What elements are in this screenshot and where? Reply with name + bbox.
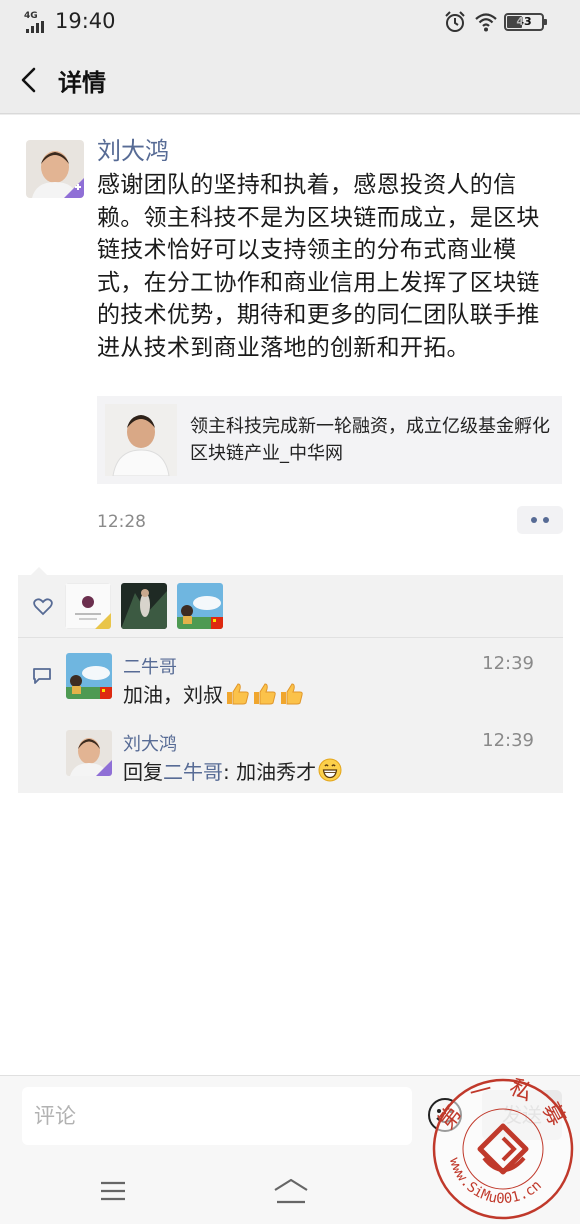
link-thumbnail	[105, 404, 177, 476]
commenter-avatar[interactable]	[66, 730, 112, 776]
shared-link-card[interactable]: 领主科技完成新一轮融资，成立亿级基金孵化区块链产业_中华网	[97, 396, 562, 484]
comment-item[interactable]: 刘大鸿 12:39 回复二牛哥: 加油秀才	[66, 730, 556, 790]
grinning-face-icon	[318, 758, 342, 782]
more-dots-icon[interactable]	[517, 506, 563, 534]
comment-text: 回复二牛哥: 加油秀才	[123, 756, 343, 785]
reply-target-name[interactable]: 二牛哥	[163, 760, 223, 784]
commenter-name[interactable]: 二牛哥	[123, 653, 177, 679]
signal-icon	[26, 21, 44, 33]
comment-input-bar: 发送	[0, 1075, 580, 1157]
author-name[interactable]: 刘大鸿	[97, 131, 169, 166]
like-avatar[interactable]	[121, 583, 167, 629]
post-text: 感谢团队的坚持和执着，感恩投资人的信赖。领主科技不是为区块链而成立，是区块链技术…	[97, 172, 540, 361]
moment-detail: 刘大鸿 感谢团队的坚持和执着，感恩投资人的信赖。领主科技不是为区块链而成立，是区…	[0, 115, 580, 1075]
menu-icon[interactable]	[99, 1179, 127, 1203]
comment-time: 12:39	[482, 653, 534, 674]
status-bar: 4G 19:40 43	[0, 0, 580, 46]
comment-body: : 加油秀才	[223, 760, 317, 784]
page-title: 详情	[58, 69, 106, 97]
battery-icon: 43	[504, 13, 547, 31]
commenter-name[interactable]: 刘大鸿	[123, 730, 177, 756]
interaction-panel: 二牛哥 12:39 加油，刘叔 刘大鸿 12:39 回复二牛哥: 加油秀才	[18, 567, 563, 793]
comment-body: 加油，刘叔	[123, 683, 223, 707]
wifi-icon	[475, 13, 497, 32]
clock: 19:40	[55, 9, 116, 33]
home-icon[interactable]	[271, 1176, 311, 1206]
thumbs-up-icon	[227, 683, 249, 705]
send-button[interactable]: 发送	[482, 1090, 562, 1140]
smiley-icon[interactable]	[426, 1096, 464, 1134]
reply-prefix: 回复	[123, 760, 163, 784]
comment-item[interactable]: 二牛哥 12:39 加油，刘叔	[66, 653, 556, 713]
back-button[interactable]	[14, 64, 44, 96]
like-avatar[interactable]	[65, 583, 111, 629]
thumbs-up-icon	[254, 683, 276, 705]
nav-bar: 详情	[0, 46, 580, 114]
post-time: 12:28	[97, 512, 146, 532]
comment-input[interactable]	[22, 1087, 412, 1145]
battery-level: 43	[516, 15, 532, 28]
comment-icon	[33, 668, 51, 684]
network-type: 4G	[24, 11, 38, 21]
heart-icon	[33, 598, 53, 616]
likes-row	[18, 575, 563, 638]
system-nav-bar	[0, 1157, 580, 1224]
commenter-avatar[interactable]	[66, 653, 112, 699]
author-avatar[interactable]	[26, 140, 84, 198]
comment-time: 12:39	[482, 730, 534, 751]
like-avatar[interactable]	[177, 583, 223, 629]
thumbs-up-icon	[281, 683, 303, 705]
link-title: 领主科技完成新一轮融资，成立亿级基金孵化区块链产业_中华网	[190, 416, 550, 464]
alarm-icon	[445, 11, 465, 32]
comment-text: 加油，刘叔	[123, 679, 304, 708]
